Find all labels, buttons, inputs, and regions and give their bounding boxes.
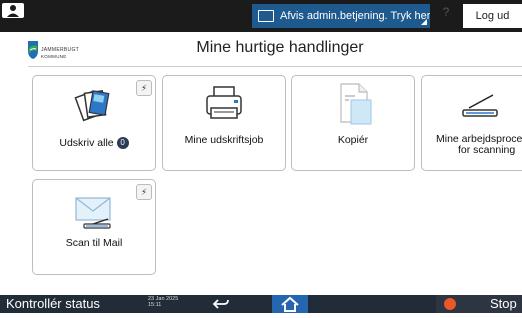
print-all-text: Udskriv alle: [59, 136, 114, 149]
check-status-button[interactable]: Kontrollér status: [6, 296, 100, 311]
page-title: Mine hurtige handlinger: [196, 39, 364, 56]
date-time: 23 Jan 2025 15:11: [148, 296, 178, 308]
home-button[interactable]: [272, 295, 308, 313]
tile-my-print-jobs[interactable]: Mine udskriftsjob: [162, 75, 286, 171]
tile-my-scan-workflows[interactable]: Mine arbejdsprocess for scanning: [421, 75, 522, 171]
quick-flash-icon: ⚡: [136, 80, 152, 96]
home-icon: [281, 296, 299, 312]
corner-indicator-icon: [421, 19, 427, 25]
monitor-icon: [258, 10, 274, 22]
printer-icon: [206, 86, 242, 119]
header-divider: [28, 66, 522, 67]
stop-label: Stop: [490, 296, 517, 311]
tile-print-all-label: Udskriv alle 0: [33, 137, 155, 149]
back-arrow-icon: [212, 299, 229, 309]
time-text: 15:11: [148, 302, 162, 308]
tile-copy-label: Kopiér: [337, 134, 369, 146]
tile-scan-to-mail[interactable]: ⚡ Scan til Mail: [32, 179, 156, 275]
system-top-bar: Afvis admin.betjening. Tryk her ? Log ud: [0, 0, 522, 32]
scan-workflows-line2: for scanning: [458, 144, 516, 156]
bottom-bar: Kontrollér status 23 Jan 2025 15:11 Stop: [0, 295, 522, 313]
print-count-badge: 0: [116, 137, 129, 149]
tile-copy[interactable]: Kopiér: [291, 75, 415, 171]
back-button[interactable]: [210, 295, 232, 313]
stop-icon: [444, 298, 456, 310]
logout-button[interactable]: Log ud: [463, 4, 522, 28]
stop-button[interactable]: Stop: [436, 295, 522, 313]
user-icon[interactable]: [2, 3, 24, 18]
admin-notice-text: Afvis admin.betjening. Tryk her: [280, 10, 430, 22]
scanner-icon: [462, 94, 498, 117]
tile-scan-to-mail-label: Scan til Mail: [65, 237, 123, 249]
documents-icon: [74, 90, 110, 122]
copy-document-icon: [340, 83, 372, 125]
municipality-logo: JAMMERBUGT KOMMUNE: [27, 38, 127, 66]
scan-mail-icon: [75, 197, 111, 229]
tile-my-scan-workflows-label: Mine arbejdsprocess for scanning: [422, 134, 522, 156]
logo-text-line2: KOMMUNE: [41, 54, 67, 59]
quick-flash-icon: ⚡: [136, 184, 152, 200]
admin-notice-button[interactable]: Afvis admin.betjening. Tryk her: [252, 4, 430, 28]
logo-text-line1: JAMMERBUGT: [41, 47, 79, 53]
tile-my-print-jobs-label: Mine udskriftsjob: [184, 134, 264, 146]
header: JAMMERBUGT KOMMUNE Mine hurtige handling…: [0, 32, 522, 68]
tile-print-all[interactable]: ⚡ Udskriv alle 0: [32, 75, 156, 171]
help-button[interactable]: ?: [438, 5, 454, 23]
